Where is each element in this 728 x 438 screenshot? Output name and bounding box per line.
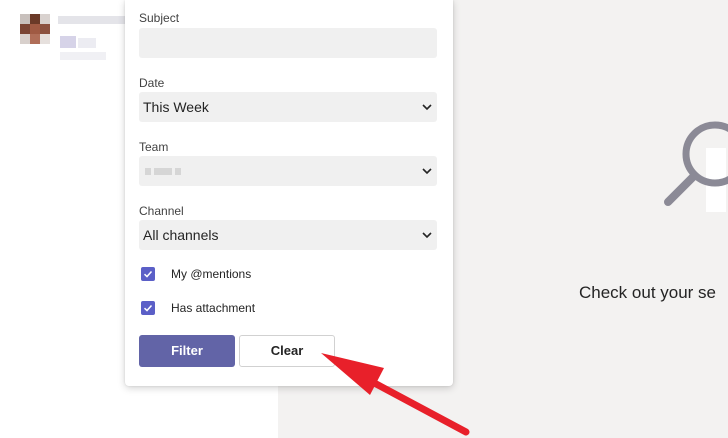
annotation-arrow-icon — [321, 353, 470, 436]
